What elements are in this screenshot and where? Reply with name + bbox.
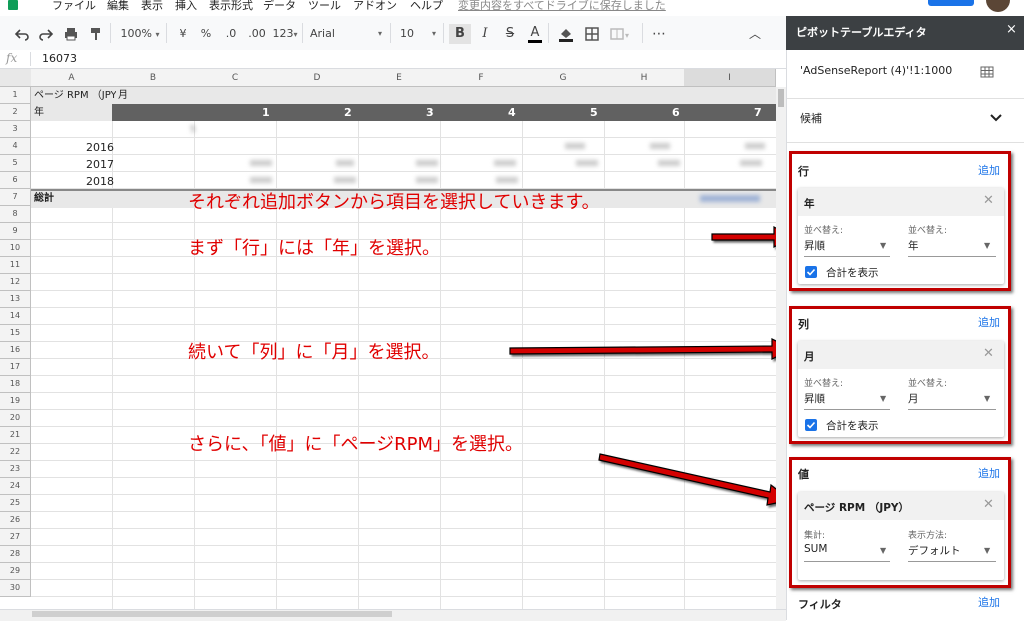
select-underline (804, 561, 890, 562)
dropdown-caret-icon: ▼ (880, 241, 887, 250)
filters-section-label: フィルタ (798, 598, 842, 611)
columns-section-label: 列 (798, 318, 809, 331)
summarize-by-label: 集計: (804, 531, 826, 541)
vertical-scroll-thumb[interactable] (778, 89, 784, 107)
grid-select-icon[interactable] (980, 66, 994, 81)
select-underline (908, 409, 996, 410)
rows-field-name: 年 (804, 198, 815, 210)
columns-field-header (798, 341, 1004, 369)
show-totals-label: 合計を表示 (826, 267, 879, 279)
vertical-scrollbar[interactable] (776, 87, 786, 609)
sort-by-select[interactable]: 月 (908, 391, 919, 406)
dropdown-caret-icon: ▼ (984, 394, 991, 403)
horizontal-scroll-thumb[interactable] (32, 611, 392, 617)
show-as-label: 表示方法: (908, 531, 948, 541)
select-underline (804, 256, 890, 257)
sort-by-label: 並べ替え: (908, 226, 948, 236)
remove-field-icon[interactable]: ✕ (983, 193, 994, 208)
show-totals-checkbox[interactable] (805, 419, 817, 431)
dropdown-caret-icon: ▼ (984, 241, 991, 250)
divider (787, 142, 1024, 143)
show-totals-label: 合計を表示 (826, 420, 879, 432)
chevron-down-icon[interactable] (990, 112, 1002, 125)
sort-order-select[interactable]: 昇順 (804, 391, 825, 406)
columns-add-button[interactable]: 追加 (978, 314, 1000, 330)
dropdown-caret-icon: ▼ (984, 546, 991, 555)
rows-field-header (798, 188, 1004, 216)
summarize-by-select[interactable]: SUM (804, 543, 827, 555)
show-as-select[interactable]: デフォルト (908, 543, 961, 558)
show-totals-checkbox[interactable] (805, 266, 817, 278)
values-section-label: 値 (798, 468, 809, 481)
sort-order-label: 並べ替え: (804, 379, 844, 389)
select-underline (804, 409, 890, 410)
values-field-name: ページ RPM （JPY） (804, 502, 910, 514)
select-underline (908, 256, 996, 257)
columns-field-name: 月 (804, 351, 815, 363)
suggestions-label[interactable]: 候補 (800, 110, 822, 126)
filters-add-button[interactable]: 追加 (978, 594, 1000, 610)
values-add-button[interactable]: 追加 (978, 465, 1000, 481)
pivot-editor-title: ピボットテーブルエディタ (796, 26, 927, 39)
sort-order-label: 並べ替え: (804, 226, 844, 236)
remove-field-icon[interactable]: ✕ (983, 497, 994, 512)
arrow-icon (509, 338, 794, 360)
divider (787, 98, 1024, 99)
dropdown-caret-icon: ▼ (880, 394, 887, 403)
arrow-icon (598, 453, 792, 506)
rows-add-button[interactable]: 追加 (978, 162, 1000, 178)
rows-section-label: 行 (798, 165, 809, 178)
data-range-input[interactable]: 'AdSenseReport (4)'!1:1000 (800, 64, 952, 77)
dropdown-caret-icon: ▼ (880, 546, 887, 555)
sort-order-select[interactable]: 昇順 (804, 238, 825, 253)
sort-by-select[interactable]: 年 (908, 238, 919, 253)
remove-field-icon[interactable]: ✕ (983, 346, 994, 361)
select-underline (908, 561, 996, 562)
close-icon[interactable]: × (1006, 22, 1017, 37)
sort-by-label: 並べ替え: (908, 379, 948, 389)
